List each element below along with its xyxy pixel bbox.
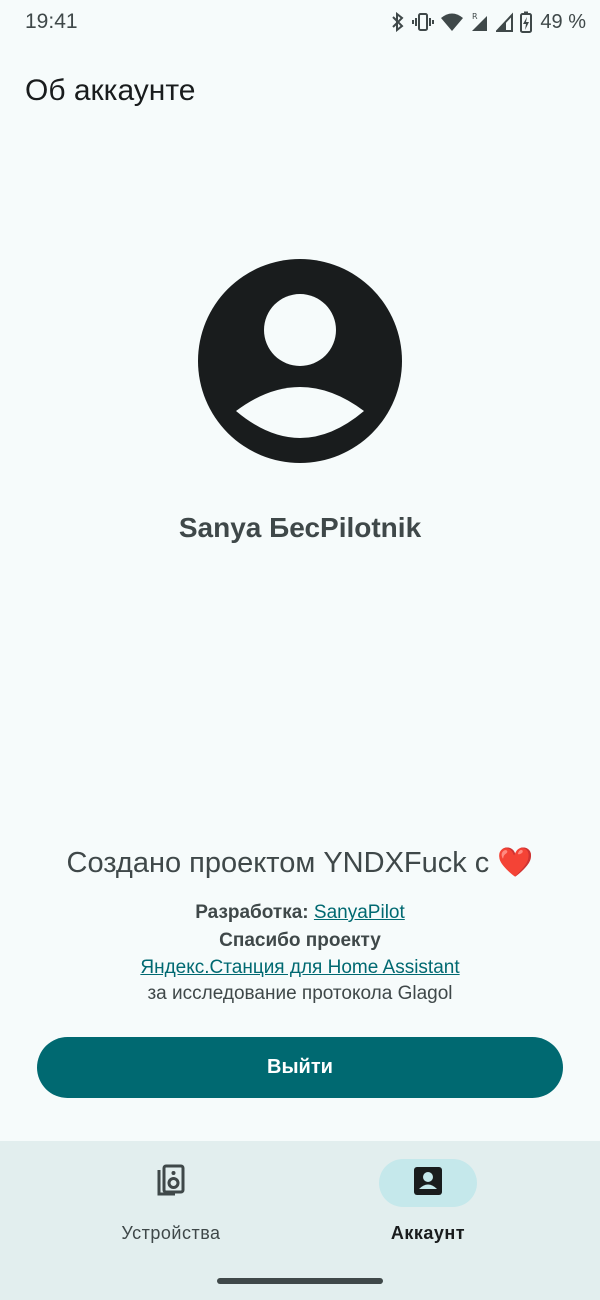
user-name: Sanya БесPilotnik [178,512,422,543]
thanks-label: Спасибо проекту [219,930,381,951]
vibrate-icon [412,12,435,32]
developer-label: Разработка: [195,902,309,923]
account-circle-icon [198,259,402,463]
account-box-icon [413,1166,443,1201]
signal-roaming-icon: R [470,11,490,33]
nav-label-devices: Устройства [121,1223,221,1243]
status-time: 19:41 [25,10,78,33]
nav-pill-account [379,1159,477,1207]
page-title: Об аккаунте [25,74,196,107]
nav-item-devices[interactable]: Устройства [21,1159,321,1269]
status-icons: R 49 % [390,10,586,34]
thanks-project-line: Яндекс.Станция для Home Assistant [0,957,600,979]
nav-pill-devices [122,1159,220,1207]
developer-line: Разработка: SanyaPilot [0,902,600,924]
status-bar: 19:41 R 49 % [0,0,600,44]
developer-link[interactable]: SanyaPilot [314,902,405,923]
logout-button[interactable]: Выйти [37,1037,563,1098]
home-indicator[interactable] [217,1278,383,1284]
svg-text:R: R [472,12,478,21]
thanks-project-link[interactable]: Яндекс.Станция для Home Assistant [140,957,459,978]
battery-charging-icon [520,11,533,33]
nav-label-account: Аккаунт [390,1223,466,1243]
bottom-navigation: Устройства Аккаунт [0,1141,600,1300]
speaker-devices-icon [157,1164,185,1203]
credits-title: Создано проектом YNDXFuck с ❤️ [66,847,534,879]
wifi-icon [440,12,464,32]
signal-icon [496,12,514,32]
thanks-line: Спасибо проекту [0,930,600,952]
nav-item-account[interactable]: Аккаунт [278,1159,578,1269]
battery-percent: 49 % [540,10,586,33]
thanks-reason: за исследование протокола Glagol [147,983,453,1004]
bluetooth-icon [390,12,406,32]
